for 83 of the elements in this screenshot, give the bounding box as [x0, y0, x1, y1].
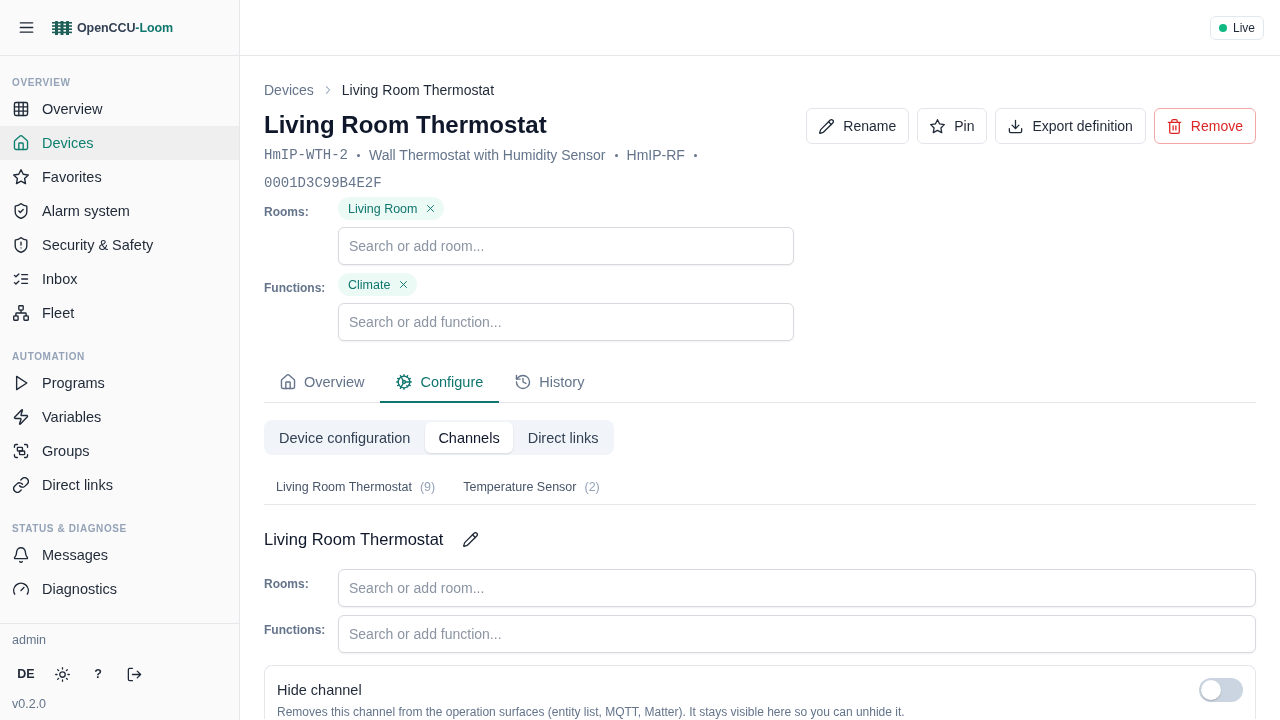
user-name: admin	[12, 632, 48, 648]
segment-tab[interactable]: Device configuration	[266, 422, 424, 453]
tag-label: Living Room	[348, 201, 418, 216]
device-code: HmIP-WTH-2	[264, 146, 348, 165]
search-field[interactable]: Search or add room...	[338, 569, 1256, 607]
search-field[interactable]: Search or add function...	[338, 303, 795, 341]
status-label: Live	[1233, 20, 1255, 35]
nav-item[interactable]: Variables	[0, 400, 239, 434]
pencil-icon	[819, 118, 835, 134]
device-info: HmIP-RF	[626, 146, 685, 165]
help-button[interactable]: ?	[84, 660, 112, 688]
nav-item[interactable]: Inbox	[0, 262, 239, 296]
section-heading: OVERVIEW	[11, 76, 72, 90]
link-icon	[13, 477, 29, 493]
action-button[interactable]: Export definition	[995, 108, 1146, 144]
tab[interactable]: Configure	[380, 363, 500, 403]
channel-title: Living Room Thermostat	[264, 529, 444, 549]
group-icon	[13, 443, 29, 459]
download-icon	[1008, 118, 1024, 134]
language-button[interactable]: DE	[12, 660, 40, 688]
sun-icon[interactable]	[54, 666, 70, 682]
house-icon	[280, 374, 296, 390]
setting-title: Hide channel	[277, 682, 362, 698]
nav-item[interactable]: Alarm system	[0, 194, 239, 228]
status-dot-icon	[1219, 23, 1227, 32]
segment-tab[interactable]: Direct links	[514, 422, 612, 453]
section-heading: AUTOMATION	[11, 350, 86, 364]
tab[interactable]: History	[499, 363, 601, 403]
device-title: Living Room Thermostat	[264, 110, 548, 140]
nav-item[interactable]: Security & Safety	[0, 228, 239, 262]
star-icon	[930, 118, 946, 134]
logout-icon[interactable]	[126, 666, 142, 682]
bell-icon	[13, 547, 29, 563]
device-info: Wall Thermostat with Humidity Sensor	[369, 146, 606, 165]
breadcrumb-link[interactable]: Devices	[264, 82, 314, 98]
play-icon	[13, 375, 29, 391]
segment-tab[interactable]: Channels	[425, 422, 513, 453]
setting-description: Removes this channel from the operation surfaces (entity list, MQTT, Matter). It stays visible here so you can unhide it.	[277, 705, 906, 719]
gear-icon	[396, 374, 413, 390]
nav-item[interactable]: Overview	[0, 92, 239, 126]
channel-tab[interactable]: Temperature Sensor (2)	[451, 471, 612, 505]
nav-item[interactable]: Fleet	[0, 296, 239, 330]
close-icon[interactable]	[398, 279, 410, 290]
nav-item[interactable]: Diagnostics	[0, 572, 239, 606]
nav-item[interactable]: Programs	[0, 366, 239, 400]
nav-item[interactable]: Devices	[0, 126, 239, 160]
device-code: 0001D3C99B4E2F	[264, 174, 382, 193]
close-icon[interactable]	[425, 203, 437, 214]
nav-item[interactable]: Favorites	[0, 160, 239, 194]
field-label: Functions:	[264, 280, 327, 297]
gauge-icon	[13, 581, 29, 597]
field-label: Rooms:	[264, 204, 310, 221]
channel-tab[interactable]: Living Room Thermostat (9)	[264, 471, 448, 505]
menu-icon[interactable]	[18, 19, 35, 36]
pencil-icon[interactable]	[463, 531, 479, 547]
action-button[interactable]: Rename	[806, 108, 910, 144]
nav-item[interactable]: Direct links	[0, 468, 239, 502]
field-label: Rooms:	[264, 576, 310, 593]
toggle-switch[interactable]	[1199, 678, 1243, 702]
grid-icon	[13, 101, 29, 117]
tag-label: Climate	[348, 277, 391, 292]
logo-icon	[52, 20, 72, 35]
field-label: Functions:	[264, 622, 327, 639]
search-field[interactable]: Search or add function...	[338, 615, 1256, 653]
remove-button[interactable]: Remove	[1153, 108, 1256, 144]
hierarchy-icon	[13, 305, 29, 321]
breadcrumb-current: Living Room Thermostat	[341, 82, 495, 98]
trash-icon	[1166, 118, 1182, 134]
nav-item[interactable]: Groups	[0, 434, 239, 468]
section-heading: STATUS & DIAGNOSE	[11, 522, 128, 536]
shield-alert-icon	[13, 237, 29, 253]
tab[interactable]: Overview	[264, 363, 381, 403]
action-button[interactable]: Pin	[917, 108, 988, 144]
version-label: v0.2.0	[12, 696, 48, 712]
nav-item[interactable]: Messages	[0, 538, 239, 572]
house-icon	[13, 135, 29, 151]
shield-check-icon	[13, 203, 29, 219]
search-field[interactable]: Search or add room...	[338, 227, 795, 265]
lightning-icon	[13, 409, 29, 425]
star-icon	[13, 169, 29, 185]
history-icon	[515, 374, 532, 390]
logo-text: OpenCCU-Loom	[77, 20, 173, 35]
checklist-icon	[13, 271, 29, 287]
